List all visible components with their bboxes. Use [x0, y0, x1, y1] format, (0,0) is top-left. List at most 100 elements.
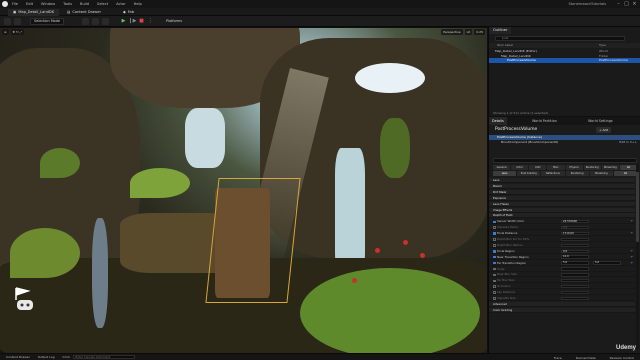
selection-mode-dropdown[interactable]: Selection Mode [30, 18, 64, 25]
property-row[interactable]: Depth Blur Radius [489, 243, 635, 248]
property-category[interactable]: Depth of Field [489, 213, 635, 219]
tab-level[interactable]: ▣ Map_Detail_LandDK [8, 9, 60, 16]
add-actor-icon[interactable] [82, 18, 89, 25]
override-checkbox[interactable] [493, 285, 496, 288]
column-type[interactable]: Type [599, 43, 606, 48]
filter-chip[interactable]: Rendering [565, 171, 589, 176]
play-icon[interactable]: ▶ [120, 18, 127, 25]
override-checkbox[interactable] [493, 232, 496, 235]
step-icon[interactable]: ❙▶ [128, 18, 136, 25]
menu-help[interactable]: Help [134, 2, 142, 6]
camera-speed-button[interactable]: 0.25 [474, 29, 485, 35]
property-category[interactable]: Dirt Mask [489, 189, 635, 195]
derived-data-button[interactable]: Derived Data [574, 356, 598, 360]
character-mannequin[interactable] [92, 218, 108, 328]
property-category[interactable]: Image Effects [489, 207, 635, 213]
tab-fab[interactable]: ◆ Fab [118, 9, 139, 16]
reset-to-default-icon[interactable]: ↶ [630, 261, 633, 266]
override-checkbox[interactable] [493, 255, 496, 259]
blueprint-icon[interactable] [92, 18, 99, 25]
tab-content-drawer[interactable]: ▤ Content Drawer [62, 9, 106, 16]
add-component-button[interactable]: + Add [596, 127, 612, 133]
level-viewport[interactable]: ≡ ✥ ↻ ⤢ Perspective Lit 0.25 [0, 28, 487, 353]
component-row[interactable]: BrushComponent (BrushComponent0) Edit in… [489, 140, 640, 145]
property-row[interactable]: Scale [489, 267, 635, 272]
more-options-icon[interactable]: ⋮ [147, 18, 154, 25]
console-command-input[interactable]: Enter Console Command [73, 354, 136, 360]
property-category[interactable]: Exposure [489, 195, 635, 201]
property-value-field[interactable]: 10.0 [561, 255, 589, 259]
override-checkbox[interactable] [493, 244, 496, 247]
tab-details[interactable]: Details [489, 117, 507, 125]
property-value-field[interactable] [561, 267, 589, 271]
menu-select[interactable]: Select [97, 2, 108, 6]
property-value-field[interactable] [561, 243, 589, 248]
property-value-field[interactable]: 5.0 [561, 261, 589, 265]
override-checkbox[interactable] [493, 261, 496, 265]
save-icon[interactable] [4, 18, 11, 25]
property-row[interactable]: Occlusion [489, 284, 635, 290]
maximize-icon[interactable]: □ [623, 1, 630, 7]
reset-to-default-icon[interactable]: ↶ [630, 231, 633, 236]
property-value-field[interactable]: 0.0 [561, 249, 589, 253]
property-value-field[interactable] [561, 273, 589, 277]
property-value-field[interactable]: 1710.00 [561, 231, 589, 236]
filter-chip[interactable]: General [493, 165, 511, 170]
filter-chip[interactable]: Lens [493, 171, 517, 176]
filter-chip[interactable]: LOD [529, 165, 547, 170]
minimize-icon[interactable]: – [615, 1, 622, 7]
edit-in-cpp-link[interactable]: Edit in C++ [619, 140, 637, 145]
output-log-button[interactable]: Output Log [36, 355, 57, 359]
property-category[interactable]: Lens Flares [489, 201, 635, 207]
property-value-field[interactable] [561, 296, 589, 301]
menu-edit[interactable]: Edit [26, 2, 33, 6]
outliner-row-selected[interactable]: PostProcessVolume PostProcessVolume [489, 58, 640, 63]
filter-chip[interactable]: All [613, 171, 638, 176]
tab-outliner[interactable]: Outliner [489, 27, 512, 34]
property-value-field[interactable] [561, 284, 589, 289]
filter-chip[interactable]: Post Grading [517, 171, 541, 176]
outliner-search-input[interactable]: post [495, 36, 625, 41]
cinematics-icon[interactable] [102, 18, 109, 25]
details-scrollbar[interactable] [636, 164, 639, 349]
details-scrollbar-thumb[interactable] [636, 172, 639, 242]
cmd-button[interactable]: Cmd [61, 355, 72, 359]
property-row[interactable]: Near Blur Size [489, 272, 635, 278]
property-value-field[interactable] [561, 279, 589, 283]
property-row[interactable]: Near Transition Region 10.0 ↶ [489, 255, 635, 260]
override-checkbox[interactable] [493, 220, 496, 224]
property-value-field[interactable] [561, 237, 589, 242]
viewport-menu-button[interactable]: ≡ [2, 29, 9, 35]
menu-tools[interactable]: Tools [63, 2, 72, 6]
property-category[interactable]: Lens [489, 178, 635, 183]
menu-window[interactable]: Window [41, 2, 55, 6]
override-checkbox[interactable] [493, 250, 496, 253]
filter-chip[interactable]: Actor [511, 165, 529, 170]
mode-icon[interactable] [14, 18, 21, 25]
filter-chip[interactable]: Physics [565, 165, 583, 170]
property-value-field[interactable]: 2.0 [561, 225, 589, 230]
override-checkbox[interactable] [493, 226, 496, 229]
property-row[interactable]: Focal Distance 1710.00 ↶ [489, 231, 635, 237]
filter-chip[interactable]: Misc [547, 165, 565, 170]
viewport-transform-tools[interactable]: ✥ ↻ ⤢ [10, 29, 24, 35]
property-row[interactable]: Far Transition Region 5.0 5.0 ↶ [489, 261, 635, 266]
tab-world-partition[interactable]: World Partition [529, 117, 560, 125]
reset-to-default-icon[interactable]: ↶ [630, 249, 633, 254]
property-value-field[interactable] [561, 290, 589, 295]
menu-actor[interactable]: Actor [116, 2, 125, 6]
property-row[interactable]: Depth Blur km for 50% [489, 237, 635, 242]
property-row[interactable]: Squeeze Factor 2.0 [489, 225, 635, 231]
property-row[interactable]: Vignette Size [489, 296, 635, 301]
override-checkbox[interactable] [493, 238, 496, 241]
actor-name[interactable]: PostProcessVolume [495, 127, 537, 132]
content-drawer-button[interactable]: Content Drawer [4, 355, 32, 359]
filter-chip[interactable]: Rendering [583, 165, 601, 170]
filter-chip[interactable]: Reflections [541, 171, 565, 176]
unreal-logo-icon[interactable] [2, 1, 8, 7]
override-checkbox[interactable] [493, 267, 496, 271]
details-search-input[interactable] [493, 158, 637, 163]
post-process-volume-bounds[interactable] [205, 178, 301, 303]
platforms-button[interactable]: Platforms [166, 19, 182, 23]
override-checkbox[interactable] [493, 273, 496, 277]
